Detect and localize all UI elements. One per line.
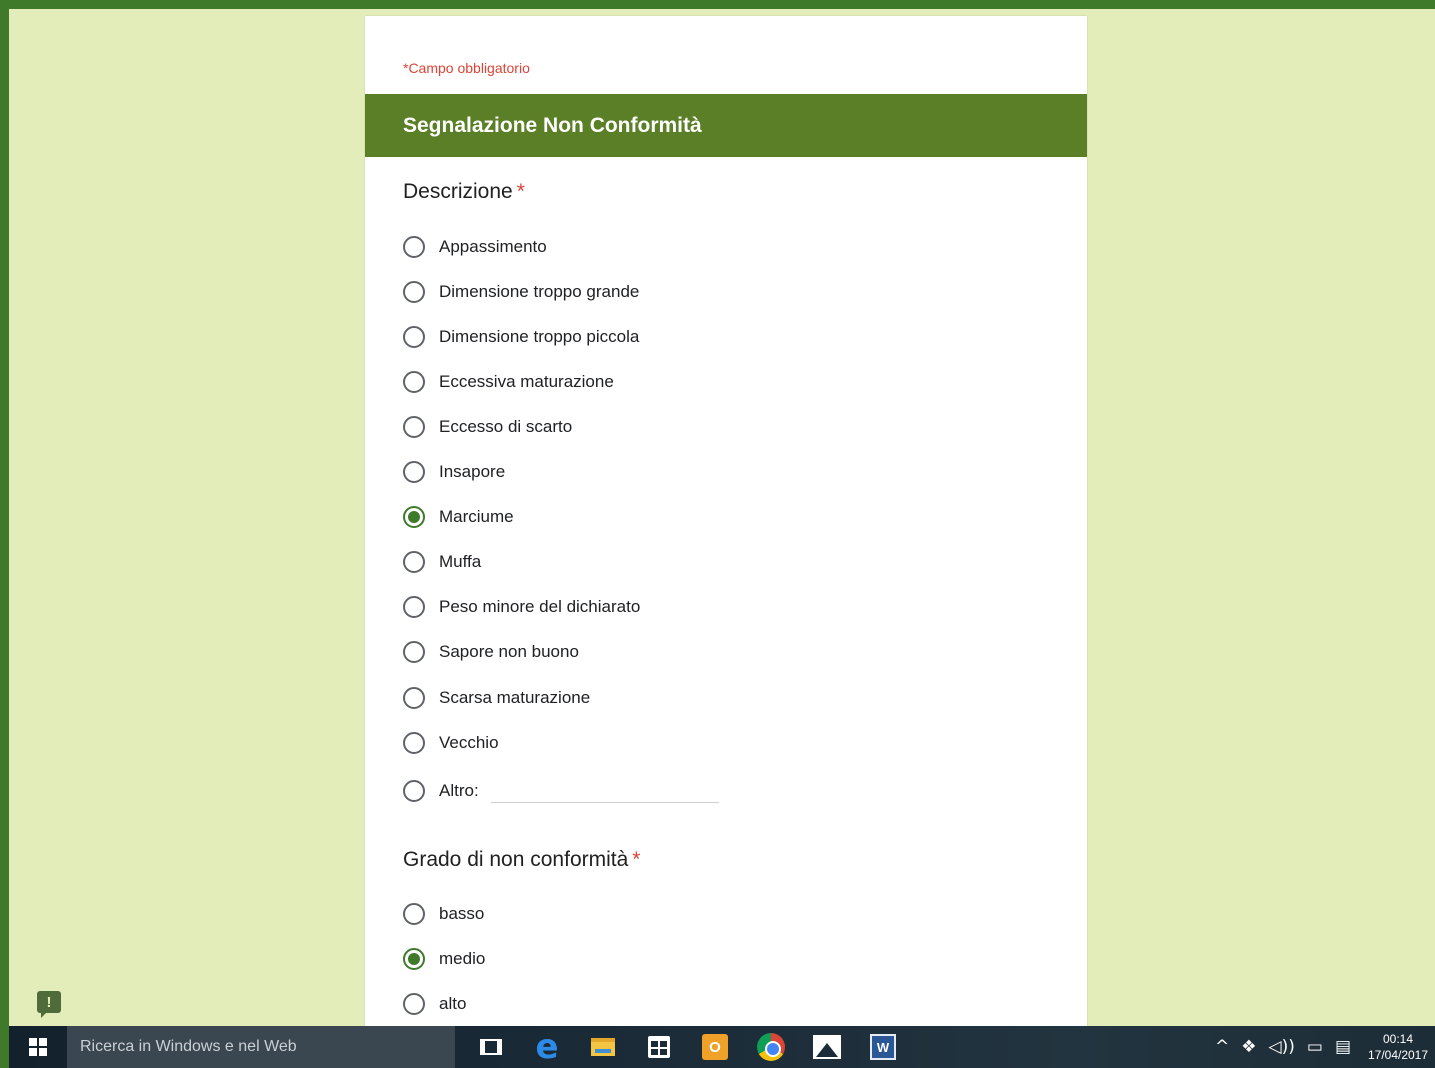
browser-viewport: *Campo obbligatorio Segnalazione Non Con… [0, 0, 1435, 1068]
option-label: Eccessiva maturazione [439, 372, 614, 391]
radio-option-vecchio[interactable]: Vecchio [403, 728, 499, 758]
required-asterisk: * [516, 180, 525, 203]
store-icon[interactable] [631, 1026, 687, 1068]
option-label: Dimensione troppo grande [439, 282, 640, 301]
radio-option-basso[interactable]: basso [403, 899, 484, 929]
option-label: Vecchio [439, 733, 499, 752]
windows-taskbar: Ricerca in Windows e nel Web e O W ^ ❖ ◁… [9, 1026, 1435, 1068]
section-header: Segnalazione Non Conformità [365, 94, 1087, 157]
notification-icon[interactable]: ▤ [1335, 1037, 1351, 1057]
radio-option-dimensione-troppo-grande[interactable]: Dimensione troppo grande [403, 277, 639, 307]
radio-button[interactable] [403, 780, 425, 802]
section-title: Segnalazione Non Conformità [403, 113, 702, 137]
radio-option-appassimento[interactable]: Appassimento [403, 232, 547, 262]
radio-button-selected[interactable] [403, 506, 425, 528]
radio-option-sapore-non-buono[interactable]: Sapore non buono [403, 637, 579, 667]
question-label: Descrizione [403, 180, 513, 203]
radio-button[interactable] [403, 236, 425, 258]
radio-option-marciume[interactable]: Marciume [403, 502, 514, 532]
edge-icon[interactable]: e [519, 1026, 575, 1068]
radio-button[interactable] [403, 416, 425, 438]
option-label: Scarsa maturazione [439, 688, 591, 707]
taskbar-clock[interactable]: 00:14 17/04/2017 [1365, 1031, 1431, 1063]
radio-option-eccessiva-maturazione[interactable]: Eccessiva maturazione [403, 367, 614, 397]
option-label: Sapore non buono [439, 642, 579, 661]
radio-option-peso-minore[interactable]: Peso minore del dichiarato [403, 592, 640, 622]
radio-button[interactable] [403, 461, 425, 483]
clock-time: 00:14 [1382, 1032, 1414, 1046]
clock-date: 17/04/2017 [1367, 1048, 1429, 1062]
radio-option-insapore[interactable]: Insapore [403, 457, 505, 487]
option-label: basso [439, 904, 485, 923]
radio-button[interactable] [403, 687, 425, 709]
option-label: Insapore [439, 462, 506, 481]
radio-button[interactable] [403, 551, 425, 573]
radio-button[interactable] [403, 903, 425, 925]
dropbox-icon[interactable]: ❖ [1241, 1037, 1256, 1057]
radio-option-medio[interactable]: medio [403, 944, 485, 974]
radio-button[interactable] [403, 596, 425, 618]
option-label: medio [439, 949, 486, 968]
option-label: Muffa [439, 552, 482, 571]
start-button[interactable] [9, 1026, 67, 1068]
other-text-input[interactable] [490, 779, 719, 803]
file-explorer-icon[interactable] [575, 1026, 631, 1068]
radio-button[interactable] [403, 732, 425, 754]
radio-option-muffa[interactable]: Muffa [403, 547, 481, 577]
radio-button-selected[interactable] [403, 948, 425, 970]
taskbar-search-box[interactable]: Ricerca in Windows e nel Web [67, 1026, 455, 1068]
required-field-note: *Campo obbligatorio [403, 60, 530, 76]
option-label: Appassimento [439, 237, 547, 256]
option-label: Altro: [439, 781, 479, 800]
question-title-grado: Grado di non conformità * [403, 848, 640, 872]
form-card: *Campo obbligatorio Segnalazione Non Con… [365, 16, 1087, 1026]
windows-logo-icon [29, 1038, 47, 1056]
radio-option-eccesso-di-scarto[interactable]: Eccesso di scarto [403, 412, 572, 442]
radio-button[interactable] [403, 281, 425, 303]
volume-icon[interactable]: ◁)) [1269, 1037, 1295, 1057]
radio-button[interactable] [403, 371, 425, 393]
option-label: alto [439, 994, 467, 1013]
task-view-icon[interactable] [463, 1026, 519, 1068]
network-icon[interactable]: ▭ [1307, 1037, 1323, 1057]
feedback-icon[interactable]: ! [37, 991, 61, 1018]
required-asterisk: * [632, 848, 641, 871]
outlook-icon[interactable]: O [687, 1026, 743, 1068]
chrome-icon[interactable] [743, 1026, 799, 1068]
radio-button[interactable] [403, 326, 425, 348]
word-icon[interactable]: W [855, 1026, 911, 1068]
option-label: Peso minore del dichiarato [439, 597, 641, 616]
system-tray: ^ ❖ ◁)) ▭ ▤ 00:14 17/04/2017 [1215, 1031, 1435, 1063]
radio-option-dimensione-troppo-piccola[interactable]: Dimensione troppo piccola [403, 322, 639, 352]
question-label: Grado di non conformità [403, 848, 629, 871]
option-label: Dimensione troppo piccola [439, 327, 640, 346]
question-title-descrizione: Descrizione * [403, 180, 525, 204]
radio-button[interactable] [403, 641, 425, 663]
radio-button[interactable] [403, 993, 425, 1015]
option-label: Eccesso di scarto [439, 417, 573, 436]
chevron-up-icon[interactable]: ^ [1215, 1037, 1229, 1057]
radio-option-alto[interactable]: alto [403, 989, 466, 1019]
option-label: Marciume [439, 507, 514, 526]
radio-option-altro[interactable]: Altro: [403, 776, 719, 806]
photos-icon[interactable] [799, 1026, 855, 1068]
radio-option-scarsa-maturazione[interactable]: Scarsa maturazione [403, 683, 590, 713]
